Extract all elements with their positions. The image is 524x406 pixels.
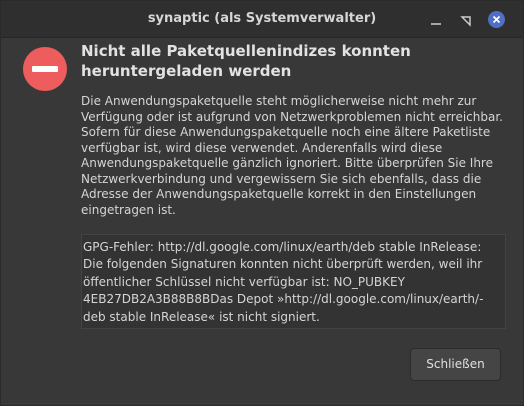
synaptic-dialog-window: synaptic (als Systemverwalter) Nicht all…: [0, 0, 524, 406]
window-title: synaptic (als Systemverwalter): [147, 11, 377, 26]
error-icon: [23, 47, 67, 91]
minimize-icon[interactable]: [429, 13, 443, 27]
maximize-icon[interactable]: [459, 13, 473, 27]
close-icon[interactable]: [488, 11, 505, 28]
title-bar[interactable]: synaptic (als Systemverwalter): [1, 1, 523, 38]
dialog-headline: Nicht alle Paketquellenindizes konnten h…: [81, 42, 411, 80]
error-details-box[interactable]: GPG-Fehler: http://dl.google.com/linux/e…: [81, 234, 506, 329]
dialog-message: Die Anwendungspaketquelle steht mögliche…: [81, 94, 503, 217]
close-button[interactable]: Schließen: [410, 348, 501, 381]
